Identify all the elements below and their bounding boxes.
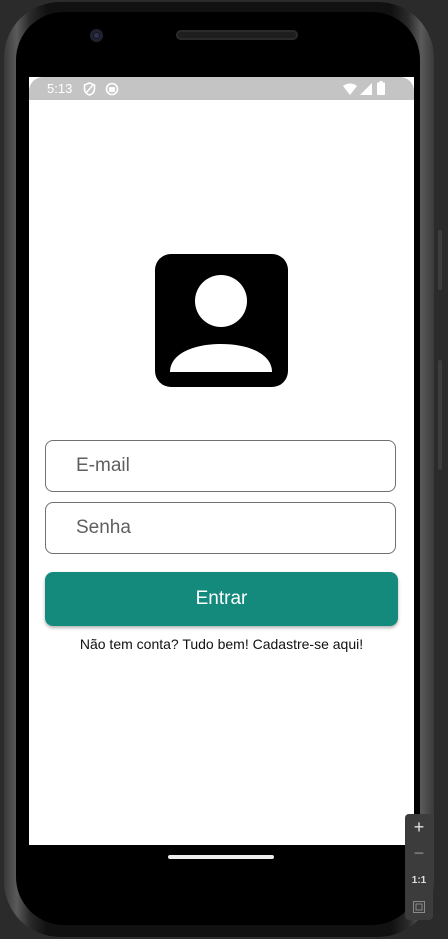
sync-icon — [105, 82, 119, 101]
volume-button — [438, 360, 442, 470]
actual-size-button[interactable]: 1:1 — [405, 875, 433, 886]
password-field[interactable] — [45, 502, 396, 554]
earpiece-speaker — [176, 30, 298, 40]
zoom-out-button[interactable]: − — [405, 843, 433, 864]
email-field[interactable] — [45, 440, 396, 492]
front-camera — [90, 29, 103, 42]
home-gesture-handle[interactable] — [168, 855, 274, 859]
signal-icon — [360, 82, 372, 100]
shield-icon — [83, 82, 96, 101]
zoom-in-button[interactable]: + — [405, 817, 433, 838]
status-bar: 5:13 — [29, 77, 414, 100]
fit-screen-icon[interactable] — [405, 900, 433, 918]
account-box-icon — [155, 254, 288, 387]
status-time: 5:13 — [47, 81, 73, 96]
battery-icon — [377, 81, 385, 100]
password-input[interactable] — [46, 503, 395, 553]
power-button — [438, 230, 442, 290]
app-screen: 5:13 E-mail Entrar Não tem conta? Tudo b… — [29, 77, 414, 845]
signup-link[interactable]: Não tem conta? Tudo bem! Cadastre-se aqu… — [29, 636, 414, 652]
wifi-icon — [343, 82, 357, 100]
email-input[interactable] — [46, 441, 395, 491]
navigation-bar — [29, 845, 414, 875]
emulator-zoom-controls: + − 1:1 — [405, 814, 433, 920]
login-button[interactable]: Entrar — [45, 572, 398, 626]
